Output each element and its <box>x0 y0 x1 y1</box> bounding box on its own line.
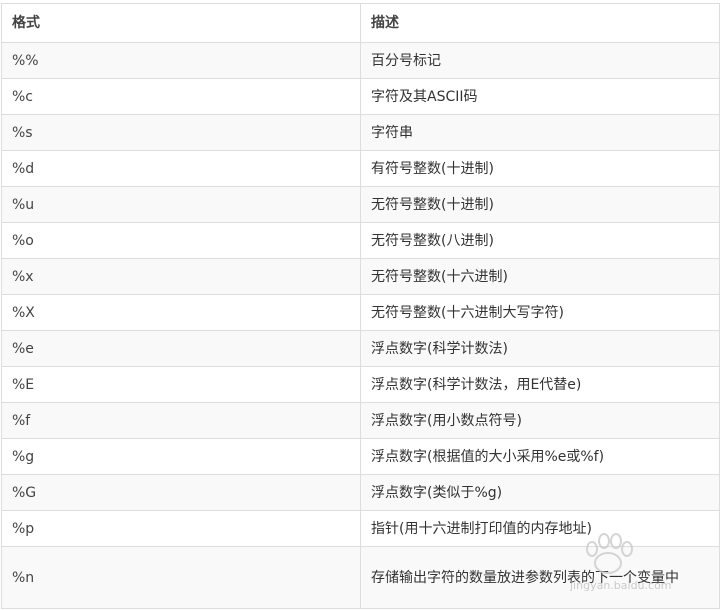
format-cell: %p <box>1 510 361 547</box>
format-cell: %E <box>1 366 361 403</box>
header-format: 格式 <box>1 3 361 43</box>
description-cell: 浮点数字(科学计数法，用E代替e) <box>360 366 720 403</box>
description-cell: 浮点数字(类似于%g) <box>360 474 720 511</box>
table-header-row: 格式 描述 <box>1 3 720 43</box>
table-row: %X 无符号整数(十六进制大写字符) <box>1 294 720 331</box>
format-cell: %c <box>1 78 361 115</box>
description-cell: 有符号整数(十进制) <box>360 150 720 187</box>
table-row: %G 浮点数字(类似于%g) <box>1 474 720 511</box>
description-cell: 字符及其ASCII码 <box>360 78 720 115</box>
table-row: %p 指针(用十六进制打印值的内存地址) <box>1 510 720 547</box>
format-cell: %x <box>1 258 361 295</box>
description-cell: 字符串 <box>360 114 720 151</box>
description-cell: 浮点数字(根据值的大小采用%e或%f) <box>360 438 720 475</box>
table-row: %n 存储输出字符的数量放进参数列表的下一个变量中 <box>1 546 720 609</box>
table-row: %e 浮点数字(科学计数法) <box>1 330 720 367</box>
format-cell: %n <box>1 546 361 609</box>
description-cell: 无符号整数(十六进制大写字符) <box>360 294 720 331</box>
format-cell: %u <box>1 186 361 223</box>
table-row: %E 浮点数字(科学计数法，用E代替e) <box>1 366 720 403</box>
header-description: 描述 <box>360 3 720 43</box>
format-spec-table: 格式 描述 %% 百分号标记 %c 字符及其ASCII码 %s 字符串 %d 有… <box>1 3 720 609</box>
description-cell: 无符号整数(十六进制) <box>360 258 720 295</box>
table-row: %f 浮点数字(用小数点符号) <box>1 402 720 439</box>
description-cell: 存储输出字符的数量放进参数列表的下一个变量中 <box>360 546 720 609</box>
description-cell: 无符号整数(八进制) <box>360 222 720 259</box>
format-cell: %% <box>1 42 361 79</box>
table-row: %d 有符号整数(十进制) <box>1 150 720 187</box>
format-cell: %o <box>1 222 361 259</box>
format-cell: %f <box>1 402 361 439</box>
table-row: %x 无符号整数(十六进制) <box>1 258 720 295</box>
table-row: %c 字符及其ASCII码 <box>1 78 720 115</box>
table-row: %o 无符号整数(八进制) <box>1 222 720 259</box>
table-row: %u 无符号整数(十进制) <box>1 186 720 223</box>
format-cell: %d <box>1 150 361 187</box>
format-cell: %g <box>1 438 361 475</box>
description-cell: 浮点数字(科学计数法) <box>360 330 720 367</box>
format-cell: %s <box>1 114 361 151</box>
table-row: %% 百分号标记 <box>1 42 720 79</box>
table-row: %g 浮点数字(根据值的大小采用%e或%f) <box>1 438 720 475</box>
format-cell: %G <box>1 474 361 511</box>
format-cell: %X <box>1 294 361 331</box>
format-cell: %e <box>1 330 361 367</box>
table-row: %s 字符串 <box>1 114 720 151</box>
description-cell: 指针(用十六进制打印值的内存地址) <box>360 510 720 547</box>
description-cell: 浮点数字(用小数点符号) <box>360 402 720 439</box>
description-cell: 无符号整数(十进制) <box>360 186 720 223</box>
description-cell: 百分号标记 <box>360 42 720 79</box>
